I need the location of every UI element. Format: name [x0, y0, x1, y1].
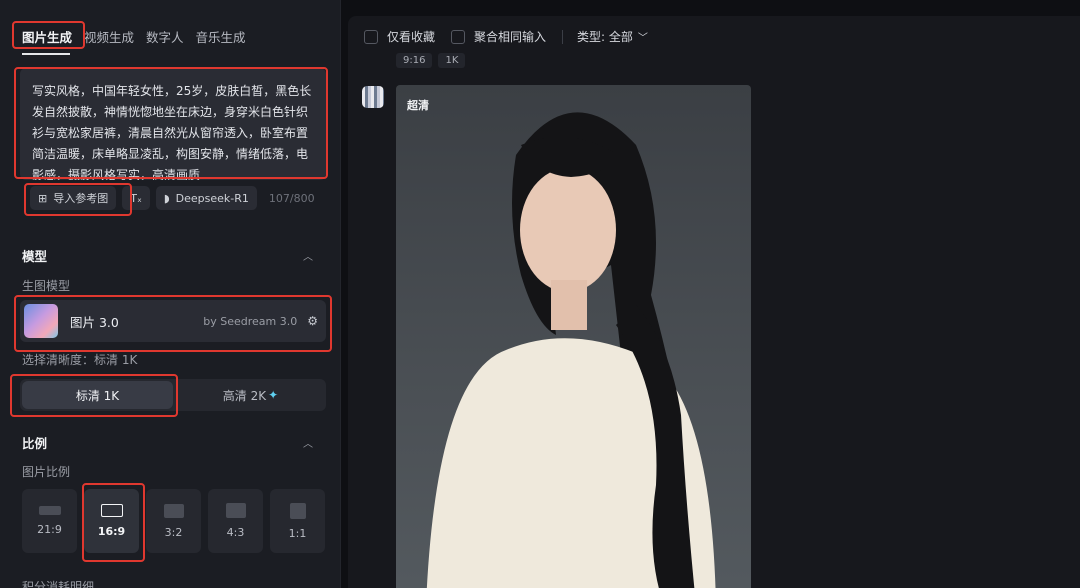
- ratio-option-1-1[interactable]: 1:1: [270, 489, 325, 553]
- resolution-option-1k-label: 标清 1K: [75, 388, 120, 403]
- tab-digital-human[interactable]: 数字人: [146, 27, 184, 46]
- deepseek-button[interactable]: ◗ Deepseek-R1: [155, 186, 257, 210]
- credit-details-link[interactable]: 积分消耗明细: [22, 578, 94, 588]
- tab-music-gen[interactable]: 音乐生成: [196, 27, 246, 46]
- ratio-21-9-icon: [38, 506, 61, 515]
- prompt-toolbar: ⊞ 导入参考图 Tₓ ◗ Deepseek-R1 107/800: [30, 186, 315, 210]
- generated-image[interactable]: 超清: [396, 85, 751, 588]
- ratio-options: 21:9 16:9 3:2 4:3 1:1: [22, 489, 325, 553]
- import-reference-button[interactable]: ⊞ 导入参考图: [30, 186, 117, 210]
- ratio-4-3-label: 4:3: [226, 526, 245, 539]
- model-section-title: 模型: [22, 249, 48, 264]
- ratio-3-2-label: 3:2: [164, 525, 183, 539]
- text-format-icon: Tₓ: [130, 191, 142, 205]
- filter-bar: 仅看收藏 聚合相同输入 类型: 全部 ﹀: [364, 28, 664, 45]
- model-provider: by Seedream 3.0: [203, 314, 298, 328]
- mode-tabs: 图片生成 视频生成 数字人 音乐生成: [22, 27, 246, 46]
- collapse-ratio-icon[interactable]: ︿: [303, 435, 313, 450]
- ratio-option-4-3[interactable]: 4:3: [208, 489, 263, 553]
- ratio-4-3-icon: [225, 503, 246, 518]
- type-label: 类型: 全部: [577, 30, 633, 44]
- favorites-filter[interactable]: 仅看收藏: [364, 28, 435, 45]
- merge-label: 聚合相同输入: [474, 30, 547, 44]
- ratio-3-2-icon: [163, 503, 184, 518]
- ratio-sub-label: 图片比例: [22, 465, 71, 479]
- model-sub-label: 生图模型: [22, 279, 71, 293]
- merge-filter[interactable]: 聚合相同输入: [451, 28, 546, 45]
- prompt-input[interactable]: 写实风格，中国年轻女性，25岁，皮肤白皙，黑色长发自然披散，神情恍惚地坐在床边，…: [20, 68, 326, 180]
- image-add-icon: ⊞: [38, 191, 48, 205]
- results-panel: 仅看收藏 聚合相同输入 类型: 全部 ﹀ 9:16 1K 超清: [348, 16, 1080, 588]
- sparkle-icon: ✦: [268, 388, 279, 402]
- text-format-button[interactable]: Tₓ: [122, 186, 150, 210]
- resolution-label: 选择清晰度：标清 1K: [22, 353, 138, 367]
- chevron-down-icon: ﹀: [637, 33, 648, 44]
- favorites-checkbox[interactable]: [364, 29, 378, 44]
- merge-checkbox[interactable]: [451, 29, 466, 44]
- filter-divider: [562, 29, 564, 44]
- model-selector[interactable]: 图片 3.0 by Seedream 3.0 ⚙: [20, 300, 326, 342]
- portrait-illustration: [426, 112, 716, 588]
- ratio-option-16-9[interactable]: 16:9: [84, 489, 139, 553]
- ratio-option-3-2[interactable]: 3:2: [146, 489, 201, 553]
- favorites-label: 仅看收藏: [387, 30, 436, 44]
- ratio-21-9-label: 21:9: [37, 523, 62, 536]
- ratio-option-21-9[interactable]: 21:9: [22, 489, 77, 553]
- tab-image-gen[interactable]: 图片生成: [22, 27, 72, 46]
- deepseek-label: Deepseek-R1: [175, 191, 249, 205]
- quality-badge: 超清: [407, 99, 429, 112]
- ratio-16-9-icon: [100, 504, 123, 517]
- resolution-toggle: 标清 1K 高清 2K ✦: [20, 379, 326, 411]
- resolution-option-2k[interactable]: 高清 2K ✦: [175, 379, 326, 411]
- whale-icon: ◗: [163, 191, 170, 205]
- resolution-option-2k-label: 高清 2K: [222, 388, 267, 403]
- char-counter: 107/800: [268, 191, 315, 205]
- tag-ratio: 9:16: [396, 53, 433, 68]
- ratio-section-title: 比例: [22, 436, 48, 451]
- generation-tags: 9:16 1K: [396, 53, 466, 68]
- settings-sliders-icon[interactable]: ⚙: [307, 314, 318, 328]
- resolution-option-1k[interactable]: 标清 1K: [22, 381, 173, 409]
- import-reference-label: 导入参考图: [53, 192, 109, 205]
- active-tab-indicator: [22, 53, 70, 55]
- collapse-model-icon[interactable]: ︿: [303, 248, 313, 263]
- ratio-1-1-icon: [289, 502, 306, 519]
- left-panel: 图片生成 视频生成 数字人 音乐生成 写实风格，中国年轻女性，25岁，皮肤白皙，…: [0, 0, 341, 588]
- model-name: 图片 3.0: [70, 314, 119, 330]
- tag-resolution: 1K: [438, 53, 466, 68]
- ratio-16-9-label: 16:9: [97, 525, 126, 538]
- tab-video-gen[interactable]: 视频生成: [84, 27, 134, 46]
- ratio-1-1-label: 1:1: [288, 526, 307, 540]
- model-thumbnail: [24, 304, 58, 338]
- generation-avatar: [362, 86, 384, 108]
- type-dropdown[interactable]: 类型: 全部 ﹀: [577, 28, 648, 45]
